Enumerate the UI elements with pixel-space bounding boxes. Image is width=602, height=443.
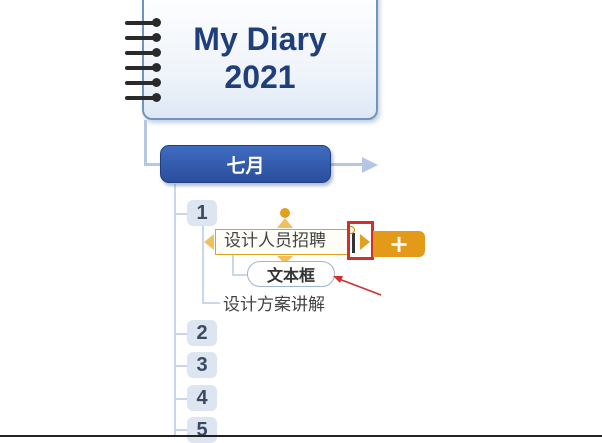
subtopic-connector xyxy=(202,302,220,304)
drag-handle[interactable] xyxy=(280,208,290,218)
subtopic-plan-presentation[interactable]: 设计方案讲解 xyxy=(223,290,325,315)
callout-textbox[interactable]: 文本框 xyxy=(247,261,335,287)
expand-arrow-icon[interactable] xyxy=(362,157,378,173)
root-title-line1: My Diary xyxy=(193,21,327,57)
root-connector-vertical xyxy=(144,120,147,166)
add-up-arrow-icon[interactable] xyxy=(277,218,293,228)
day-topic-2[interactable]: 2 xyxy=(187,320,217,346)
expand-arrow-line xyxy=(330,163,364,166)
annotation-arrow-icon xyxy=(333,276,382,296)
branch-line xyxy=(175,333,187,335)
selected-topic-editor[interactable]: 设计人员招聘 xyxy=(215,229,349,255)
binding-ring xyxy=(125,77,161,89)
add-left-arrow-icon[interactable] xyxy=(204,234,214,250)
callout-connector xyxy=(232,255,234,275)
day-topic-4[interactable]: 4 xyxy=(187,385,217,411)
binding-ring xyxy=(125,17,161,29)
add-topic-button[interactable]: + xyxy=(373,230,425,258)
branch-line xyxy=(175,429,187,431)
month-topic[interactable]: 七月 xyxy=(160,145,331,183)
root-title-line2: 2021 xyxy=(224,59,296,95)
day-topic-3[interactable]: 3 xyxy=(187,352,217,378)
day-topic-1[interactable]: 1 xyxy=(187,200,217,226)
binding-ring xyxy=(125,32,161,44)
branch-line xyxy=(175,398,187,400)
branch-line xyxy=(175,213,187,215)
branch-line xyxy=(175,365,187,367)
binding-ring xyxy=(125,62,161,74)
callout-connector xyxy=(232,274,248,276)
binding-ring xyxy=(125,47,161,59)
binding-ring xyxy=(125,92,161,104)
root-topic-title: My Diary 2021 xyxy=(145,20,375,96)
day-topic-5[interactable]: 5 xyxy=(187,417,217,443)
